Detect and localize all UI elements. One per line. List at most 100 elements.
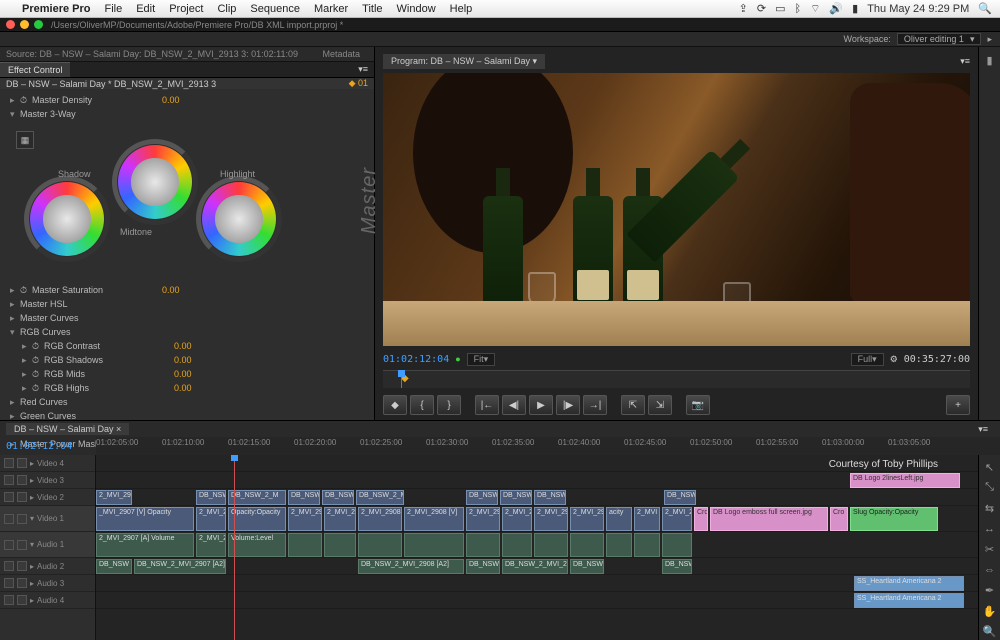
clip[interactable]: DB Logo emboss full screen.jpg <box>710 507 828 531</box>
menu-project[interactable]: Project <box>169 3 203 15</box>
program-viewport[interactable] <box>383 73 970 346</box>
panel-options-icon[interactable]: ▾≡ <box>960 56 970 67</box>
highlight-wheel[interactable] <box>202 182 276 256</box>
menu-edit[interactable]: Edit <box>136 3 155 15</box>
clip[interactable]: DB_NSW_2_M <box>228 490 286 505</box>
clip[interactable]: DB_NSW_2_M <box>466 559 500 574</box>
metadata-tab[interactable]: Metadata <box>314 47 368 61</box>
lift-button[interactable]: ⇱ <box>621 395 645 415</box>
spotlight-icon[interactable]: 🔍 <box>978 2 992 15</box>
menu-sequence[interactable]: Sequence <box>250 3 300 15</box>
clip[interactable] <box>606 533 632 557</box>
zoom-select[interactable]: Fit ▾ <box>467 353 496 366</box>
track-header-a3[interactable]: ▸Audio 3 <box>0 575 95 592</box>
goto-out-button[interactable]: →| <box>583 395 607 415</box>
clip[interactable] <box>288 533 322 557</box>
clip[interactable] <box>662 533 692 557</box>
program-timecode[interactable]: 01:02:12:04 <box>383 354 449 365</box>
track-header-a2[interactable]: ▸Audio 2 <box>0 558 95 575</box>
clip[interactable]: DB_NSW <box>196 490 226 505</box>
clip[interactable]: DB_NSW <box>96 559 132 574</box>
menu-marker[interactable]: Marker <box>314 3 348 15</box>
menu-title[interactable]: Title <box>362 3 382 15</box>
menu-file[interactable]: File <box>104 3 122 15</box>
clip[interactable]: DB_NSW_2 <box>288 490 320 505</box>
clip[interactable]: SS_Heartland Americana 2 <box>854 593 964 608</box>
clip[interactable]: DB_NSW_2 <box>570 559 604 574</box>
clip[interactable]: 2_MVI_2907 <box>196 507 226 531</box>
program-ruler[interactable]: ◆ <box>383 370 970 388</box>
menu-window[interactable]: Window <box>397 3 436 15</box>
zoom-window-icon[interactable] <box>34 20 43 29</box>
clip[interactable]: 2_MVI_2908 [V] <box>358 507 402 531</box>
workspace-select[interactable]: Oliver editing 1▾ <box>897 33 982 45</box>
clip[interactable]: 2_MVI_29 <box>466 507 500 531</box>
mark-out-button[interactable]: } <box>437 395 461 415</box>
midtone-wheel[interactable] <box>118 145 192 219</box>
sync-icon[interactable]: ⟳ <box>757 2 766 15</box>
clip[interactable]: 2_MVI_29 <box>502 507 532 531</box>
grid-icon[interactable]: ▦ <box>16 131 34 149</box>
clip[interactable]: DB_NSW_2_MVI_2908 [A2] <box>358 559 464 574</box>
clip[interactable]: DB_NSW_2_MVI_2908 <box>502 559 568 574</box>
razor-tool-icon[interactable]: ✂ <box>981 541 999 558</box>
clip[interactable]: 2_MVI_29 <box>288 507 322 531</box>
track-select-tool-icon[interactable]: ⤡ <box>981 480 999 497</box>
panel-options-icon[interactable]: ▾≡ <box>978 424 994 435</box>
hand-tool-icon[interactable]: ✋ <box>981 603 999 620</box>
bluetooth-icon[interactable]: ᛒ <box>794 3 801 15</box>
ripple-edit-tool-icon[interactable]: ⇆ <box>981 500 999 517</box>
clip[interactable]: 2_MVI_29 <box>324 507 356 531</box>
clip[interactable]: DB_NSW_2_MVI_29 <box>356 490 404 505</box>
battery-icon[interactable]: ▮ <box>852 2 858 15</box>
clip[interactable] <box>404 533 464 557</box>
clip[interactable]: Slug Opacity:Opacity <box>850 507 938 531</box>
track-header-a4[interactable]: ▸Audio 4 <box>0 592 95 609</box>
clip[interactable]: 2_MVI_2907 [A] Volume <box>96 533 194 557</box>
slip-tool-icon[interactable]: ⇔ <box>981 562 999 579</box>
playhead[interactable] <box>234 455 235 640</box>
clip[interactable]: DB_NSW_2 <box>664 490 696 505</box>
app-name[interactable]: Premiere Pro <box>22 3 90 15</box>
clip[interactable]: DB_NSW_2 <box>466 490 498 505</box>
clip[interactable] <box>634 533 660 557</box>
clip[interactable] <box>358 533 402 557</box>
clip[interactable]: DB_NSW_2 <box>322 490 354 505</box>
clip[interactable] <box>466 533 500 557</box>
pen-tool-icon[interactable]: ✒ <box>981 582 999 599</box>
timeline-track-area[interactable]: Courtesy of Toby Phillips DB Logo 2lines… <box>96 455 978 640</box>
minimize-window-icon[interactable] <box>20 20 29 29</box>
clip[interactable]: DB_NSW_2 <box>500 490 532 505</box>
mark-in-button[interactable]: { <box>410 395 434 415</box>
track-header-v1[interactable]: ▾Video 1 <box>0 506 95 532</box>
clip[interactable]: DB Logo 2linesLeft.jpg <box>850 473 960 488</box>
quality-select[interactable]: Full ▾ <box>851 353 884 366</box>
button-editor-button[interactable]: + <box>946 395 970 415</box>
dropbox-icon[interactable]: ⇪ <box>739 2 748 15</box>
keyframe-indicator-icon[interactable]: ◆ 01 <box>349 78 368 89</box>
play-button[interactable]: ▶ <box>529 395 553 415</box>
program-tab[interactable]: Program: DB – NSW – Salami Day ▾ <box>383 54 545 69</box>
volume-icon[interactable]: 🔊 <box>829 2 843 15</box>
add-marker-button[interactable]: ◆ <box>383 395 407 415</box>
menu-help[interactable]: Help <box>450 3 473 15</box>
clip[interactable]: Cro <box>694 507 708 531</box>
panel-options-icon[interactable]: ▾≡ <box>358 64 374 75</box>
track-header-v2[interactable]: ▸Video 2 <box>0 489 95 506</box>
track-header-a1[interactable]: ▾Audio 1 <box>0 532 95 558</box>
panel-menu-icon[interactable]: ▸ <box>987 34 992 45</box>
clip[interactable]: 2_MVI_2908 [V] <box>404 507 464 531</box>
effect-controls-tab[interactable]: Effect Control <box>0 62 70 77</box>
clip[interactable]: Cro <box>830 507 848 531</box>
step-forward-button[interactable]: |▶ <box>556 395 580 415</box>
track-header-v4[interactable]: ▸Video 4 <box>0 455 95 472</box>
audio-meter-icon[interactable]: ▮ <box>981 51 999 69</box>
step-back-button[interactable]: ◀| <box>502 395 526 415</box>
selection-tool-icon[interactable]: ↖ <box>981 459 999 476</box>
sequence-tab[interactable]: DB – NSW – Salami Day × <box>6 423 129 435</box>
close-window-icon[interactable] <box>6 20 15 29</box>
clip[interactable]: SS_Heartland Americana 2 <box>854 576 964 591</box>
timeline-timecode[interactable]: 01:02:12:04 <box>0 441 96 452</box>
clip[interactable]: DB_NSW_2 <box>534 490 566 505</box>
clip[interactable] <box>324 533 356 557</box>
